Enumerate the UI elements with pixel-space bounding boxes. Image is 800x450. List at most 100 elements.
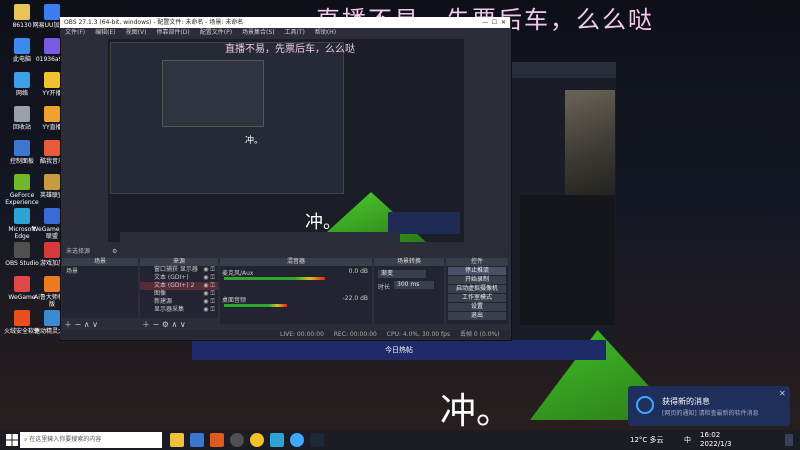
source-label: 窗口捕获 显示器 [154,266,198,273]
preview-sub-text: 冲。 [245,136,264,146]
app-icon [14,4,30,20]
app-icon [14,208,30,224]
scenes-dock-title: 场景 [62,258,138,266]
windows-start-icon[interactable] [6,434,18,446]
toast-body: [网页的通知] 请检查最新的软件消息 [662,410,759,417]
app-icon [44,276,60,292]
source-item[interactable]: 文本 (GDI+) 2 ◉ ⚿ [140,282,218,290]
mixer-channel-db: 0.0 dB [348,268,368,275]
obs-title: OBS 27.1.3 (64-bit, windows) - 配置文件: 未命名… [64,19,244,26]
app-icon [14,38,30,54]
yy-icon[interactable] [250,433,264,447]
app-icon [44,242,60,258]
duration-label: 时长 [378,284,391,291]
eye-lock-icon[interactable]: ◉ ⚿ [203,282,215,290]
transition-select[interactable]: 渐变 [378,270,426,278]
duration-field[interactable]: 300 ms [394,281,434,289]
app-icon [14,174,30,190]
mixer-channel-db: -22.0 dB [342,295,368,302]
control-button[interactable]: 设置 [448,303,506,311]
preview-taskbar [120,232,400,242]
source-item[interactable]: 文本 (GDI+) ◉ ⚿ [140,274,218,282]
menu-item[interactable]: 文件(F) [65,29,85,36]
transitions-dock: 渐变 时长 300 ms [374,266,444,324]
window-controls[interactable]: — ☐ ✕ [482,17,506,28]
obs-menubar: 文件(F) 编辑(E) 视图(V) 停靠部件(D) 配置文件(P) 场景集合(S) 工具(T… [60,28,510,38]
controls-dock-title: 控件 [446,258,508,266]
app-icon [14,140,30,156]
no-source-label: 未选择源 [66,248,91,255]
source-item[interactable]: 显示器采集 ◉ ⚿ [140,306,218,314]
obs-taskbar-icon[interactable] [230,433,244,447]
eye-lock-icon[interactable]: ◉ ⚿ [203,266,215,274]
notification-icon [636,396,654,414]
app-icon [44,72,60,88]
eye-lock-icon[interactable]: ◉ ⚿ [203,306,215,314]
taskbar-search[interactable]: ⌕ 在这里输入你要搜索的内容 [20,432,162,448]
control-button[interactable]: 退出 [448,312,506,320]
weather-tray[interactable]: 12°C 多云 [630,430,664,450]
menu-item[interactable]: 编辑(E) [95,29,115,36]
source-item[interactable]: 图像 ◉ ⚿ [140,290,218,298]
scene-item[interactable]: 场景 [62,268,138,276]
live-status: LIVE: 00:00:00 [280,331,324,338]
app-icon [14,106,30,122]
mixer-channel-name: 麦克风/Aux [222,270,254,277]
obs-statusbar: LIVE: 00:00:00 REC: 00:00:00 CPU: 4.0%, … [60,330,510,339]
volume-meter [224,277,325,280]
menu-item[interactable]: 配置文件(P) [200,29,232,36]
scene-controls[interactable]: ＋ − ∧ ∨ [64,319,98,330]
sources-dock: 窗口捕获 显示器 ◉ ⚿ 文本 (GDI+) ◉ ⚿ 文本 (GDI+) 2 ◉ ⚿ 图像 ◉… [140,266,218,318]
app-icon [44,208,60,224]
control-button[interactable]: 停止推流 [448,267,506,275]
search-placeholder: 在这里输入你要搜索的内容 [29,436,102,443]
clock[interactable]: 16:02 2022/1/3 [700,430,731,449]
source-label: 新建源 [154,298,173,305]
eye-lock-icon[interactable]: ◉ ⚿ [203,274,215,282]
app-icon [44,38,60,54]
source-toolbar: 未选择源 ⚙ [62,247,508,256]
app-icon [44,174,60,190]
app-icon [44,4,60,20]
gear-icon[interactable]: ⚙ [112,248,117,255]
mixer-dock: 麦克风/Aux 0.0 dB 桌面音频 -22.0 dB [220,266,372,324]
source-label: 显示器采集 [154,306,185,313]
app-icon [44,106,60,122]
control-button[interactable]: 开始录制 [448,276,506,284]
controls-dock: 停止推流 开始录制 启动虚拟摄像机 工作室模式 设置 退出 [446,266,508,324]
ime-indicator[interactable]: 中 [684,430,691,450]
scenes-dock: 场景 [62,266,138,318]
toast-title: 获得新的消息 [662,397,710,406]
file-explorer-icon[interactable] [170,433,184,447]
menu-item[interactable]: 场景集合(S) [242,29,275,36]
menu-item[interactable]: 视图(V) [126,29,147,36]
stream-overlay-big-text: 冲。 [440,391,513,432]
rec-status: REC: 00:00:00 [333,331,377,338]
edge-icon[interactable] [270,433,284,447]
notification-center-icon[interactable] [785,434,793,446]
preview-overlay-text: 直播不易，先票后车，么么哒 [225,44,355,55]
volume-meter [224,304,287,307]
app-icon [14,276,30,292]
menu-item[interactable]: 帮助(H) [315,29,336,36]
source-item[interactable]: 窗口捕获 显示器 ◉ ⚿ [140,266,218,274]
close-icon[interactable]: ✕ [779,389,786,398]
app-icon[interactable] [210,433,224,447]
app-icon [14,310,30,326]
eye-lock-icon[interactable]: ◉ ⚿ [203,298,215,306]
task-view-icon[interactable] [190,433,204,447]
edge-beta-icon[interactable] [290,433,304,447]
control-button[interactable]: 工作室模式 [448,294,506,302]
nested-preview-inner [162,60,264,127]
source-item[interactable]: 新建源 ◉ ⚿ [140,298,218,306]
game-hot-posts-bar[interactable]: 今日热帖 [192,340,606,360]
menu-item[interactable]: 停靠部件(D) [156,29,189,36]
game-artwork [565,90,615,195]
preview-big-text: 冲。 [305,212,341,233]
control-button[interactable]: 启动虚拟摄像机 [448,285,506,293]
menu-item[interactable]: 工具(T) [285,29,305,36]
eye-lock-icon[interactable]: ◉ ⚿ [203,290,215,298]
source-controls[interactable]: ＋ − ⚙ ∧ ∨ [142,319,186,330]
mixer-dock-title: 混音器 [220,258,372,266]
steam-icon[interactable] [310,433,324,447]
